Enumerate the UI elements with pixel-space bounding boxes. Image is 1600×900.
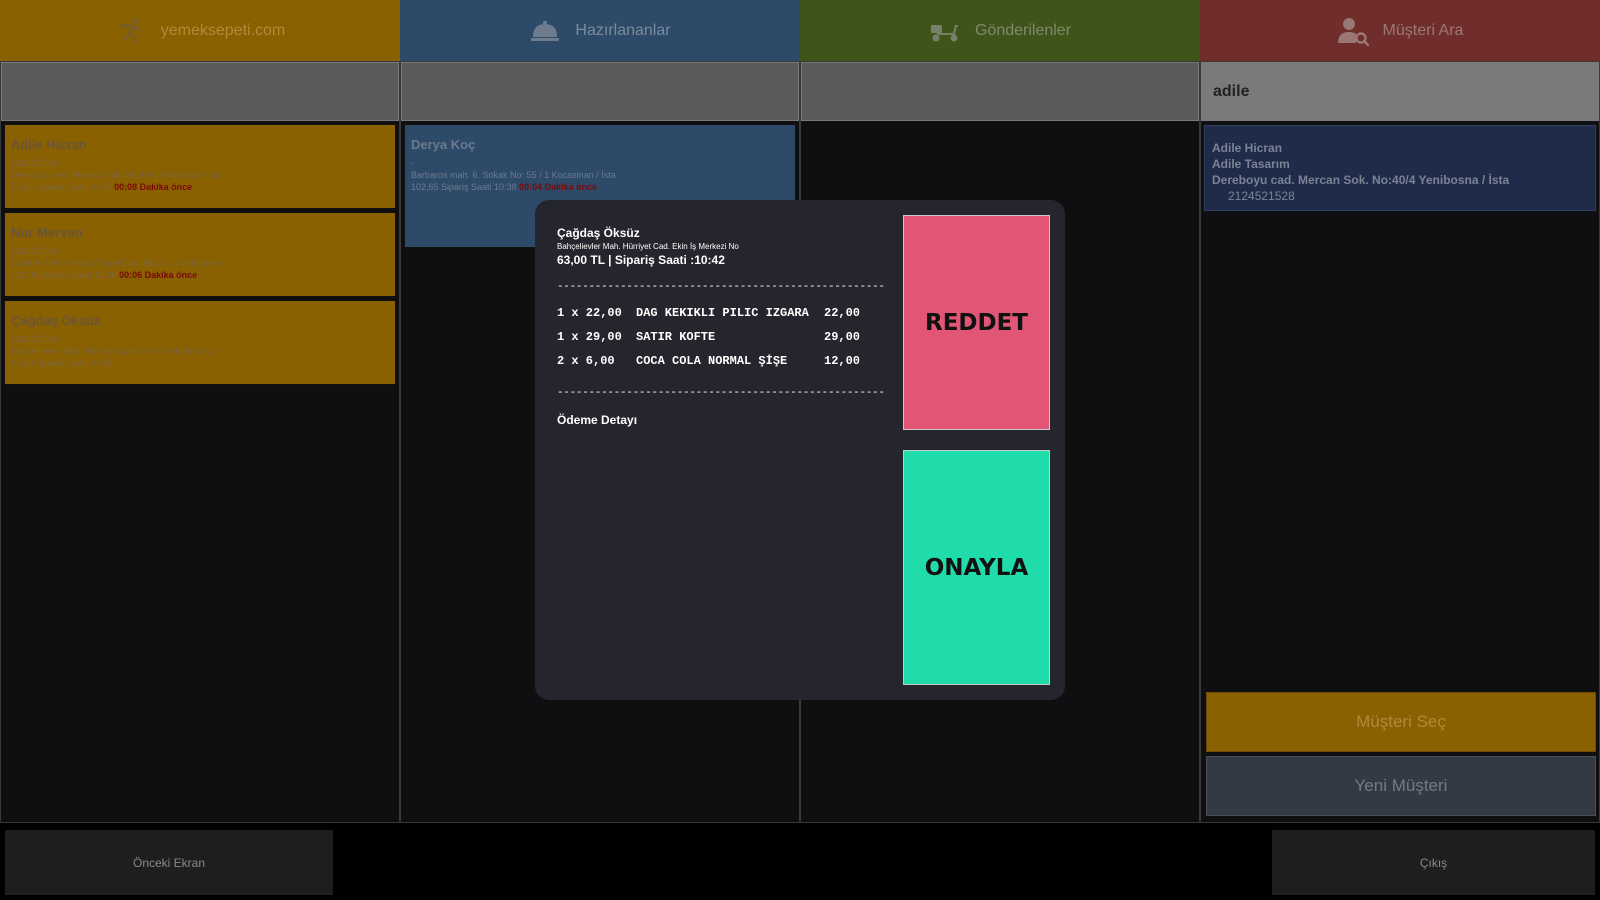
tab-yemeksepeti-label: yemeksepeti.com [160,21,286,39]
item-qty: 1 x 29,00 [557,330,622,344]
order-customer-name: Çağdaş Öksüz [11,313,101,328]
tab-gonderilenler[interactable]: Gönderilenler [800,0,1200,61]
new-customer-button[interactable]: Yeni Müşteri [1206,756,1596,816]
order-phone: 2124521534 [11,246,62,256]
item-qty: 1 x 22,00 [557,306,622,320]
order-elapsed: 00:06 Dakika önce [119,270,198,280]
tab-hazirlananlar-label: Hazırlananlar [575,21,671,39]
column-header [801,62,1199,121]
top-tabs: yemeksepeti.com Hazırlananlar Gönderilen… [0,0,1600,61]
customer-result[interactable]: Adile Hicran Adile Tasarım Dereboyu cad.… [1204,125,1596,211]
order-address: Gültepe Mah. Cengiz Topel Cad. No:24 / 2… [11,258,222,268]
user-search-icon [1337,15,1369,47]
order-meta: 102,65 Sipariş Saati 10:38 [411,182,517,192]
payment-detail-label: Ödeme Detayı [557,413,638,427]
receipt-separator: ----------------------------------------… [557,281,885,293]
item-desc: COCA COLA NORMAL ŞİŞE [636,354,788,368]
order-card[interactable]: Nur Mervan 2124521534 Gültepe Mah. Cengi… [4,212,396,297]
order-screen: yemeksepeti.com Hazırlananlar Gönderilen… [0,0,1600,900]
column-header [401,62,799,121]
receipt-items: 1 x 22,00 DAG KEKIKLI PILIC IZGARA 22,00… [557,301,885,373]
receipt-item: 2 x 6,00 COCA COLA NORMAL ŞİŞE 12,00 [557,349,885,373]
reject-button[interactable]: REDDET [903,215,1050,430]
tab-musteri-ara[interactable]: Müşteri Ara [1200,0,1600,61]
column-header [1,62,399,121]
order-address: Barbaros mah. 6. Sokak No: 55 / 1 Kocasi… [411,170,616,180]
item-amount: 12,00 [824,354,861,368]
item-desc: SATIR KOFTE [636,330,716,344]
order-receipt: Çağdaş Öksüz Bahçelievler Mah. Hürriyet … [557,226,885,427]
order-card[interactable]: Adile Hicran 2124521528 Dereboyu cad. Me… [4,124,396,209]
customer-company: Adile Tasarım [1212,157,1290,171]
customer-phone: 2124521528 [1228,189,1295,203]
order-address: Dereboyu cad. Mercan Sok. No:40/4 Yenibo… [11,170,223,180]
receipt-separator: ----------------------------------------… [557,387,885,399]
order-address: Bahçelievler Mah. Hürriyet Cad. Ekin İş … [11,346,216,356]
previous-screen-button[interactable]: Önceki Ekran [5,830,333,895]
order-phone: 2124521529 [11,334,62,344]
order-meta: 130,00 Sipariş Saati 10:36 [11,270,117,280]
column-customer-search: adile Adile Hicran Adile Tasarım Dereboy… [1200,61,1600,823]
column-new-orders: Adile Hicran 2124521528 Dereboyu cad. Me… [0,61,400,823]
order-phone: - [411,158,414,168]
tab-musteri-ara-label: Müşteri Ara [1382,21,1464,39]
tab-gonderilenler-label: Gönderilenler [974,21,1072,39]
receipt-address: Bahçelievler Mah. Hürriyet Cad. Ekin İş … [557,242,739,251]
scooter-icon [929,15,961,47]
order-customer-name: Adile Hicran [11,137,87,152]
item-amount: 22,00 [824,306,861,320]
order-elapsed: 00:08 Dakika önce [114,182,193,192]
receipt-customer-name: Çağdaş Öksüz [557,226,640,240]
runner-icon [115,15,147,47]
order-elapsed: 00:04 Dakika önce [519,182,598,192]
item-qty: 2 x 6,00 [557,354,615,368]
order-card[interactable]: Çağdaş Öksüz 2124521529 Bahçelievler Mah… [4,300,396,385]
exit-button[interactable]: Çıkış [1272,830,1595,895]
tab-hazirlananlar[interactable]: Hazırlananlar [400,0,800,61]
cloche-icon [529,15,561,47]
order-meta: 63,00 Sipariş Saati 10:42 [11,358,112,368]
tab-yemeksepeti[interactable]: yemeksepeti.com [0,0,400,61]
item-desc: DAG KEKIKLI PILIC IZGARA [636,306,809,320]
receipt-total: 63,00 TL | Sipariş Saati :10:42 [557,253,725,267]
order-meta: 52,65 Sipariş Saati 10:35 [11,182,112,192]
receipt-item: 1 x 29,00 SATIR KOFTE 29,00 [557,325,885,349]
approve-button[interactable]: ONAYLA [903,450,1050,685]
customer-address: Dereboyu cad. Mercan Sok. No:40/4 Yenibo… [1212,173,1510,187]
order-phone: 2124521528 [11,158,62,168]
receipt-item: 1 x 22,00 DAG KEKIKLI PILIC IZGARA 22,00 [557,301,885,325]
order-detail-modal: Çağdaş Öksüz Bahçelievler Mah. Hürriyet … [535,200,1065,700]
order-customer-name: Nur Mervan [11,225,83,240]
customer-search-input[interactable]: adile [1201,62,1599,121]
customer-name: Adile Hicran [1212,141,1283,155]
item-amount: 29,00 [824,330,861,344]
select-customer-button[interactable]: Müşteri Seç [1206,692,1596,752]
order-customer-name: Derya Koç [411,137,476,152]
